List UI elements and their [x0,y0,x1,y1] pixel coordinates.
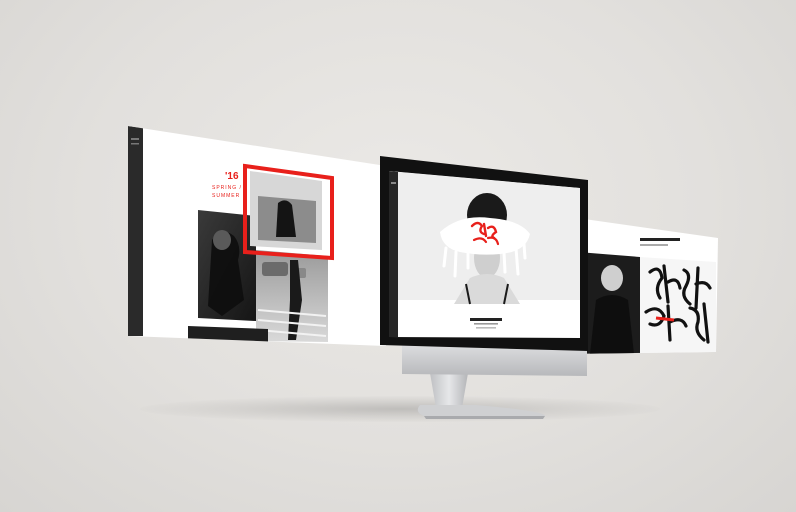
portrait-body [590,295,634,354]
left-floating-page: '16 SPRING / SUMMER [128,126,386,346]
monitor-stand-base [417,405,545,416]
hero-caption-subtitle [474,323,498,325]
left-sidebar [128,126,143,336]
right-header-line [640,238,680,241]
season-headline-2: SUMMER [212,193,240,199]
hero-caption-title [470,318,502,321]
sidebar-logo-mark [131,138,139,140]
street-car [262,262,288,276]
monitor-stand-neck [430,373,468,408]
photo-figure-head [213,230,231,250]
monitor-stand-base-edge [424,416,545,419]
calligraphy-red-accent [655,316,675,322]
portrait-face [601,265,623,291]
mockup-scene: '16 SPRING / SUMMER [0,0,796,512]
screen-sidebar-logo [391,182,396,184]
sidebar-menu-mark [131,143,139,145]
season-year: '16 [225,171,239,182]
mockup-illustration: '16 SPRING / SUMMER [128,126,718,419]
desktop-monitor [380,156,588,419]
right-header-subline [640,244,668,246]
season-headline-1: SPRING / [212,185,242,191]
screen-sidebar [389,171,398,337]
hero-caption-meta [476,327,496,329]
